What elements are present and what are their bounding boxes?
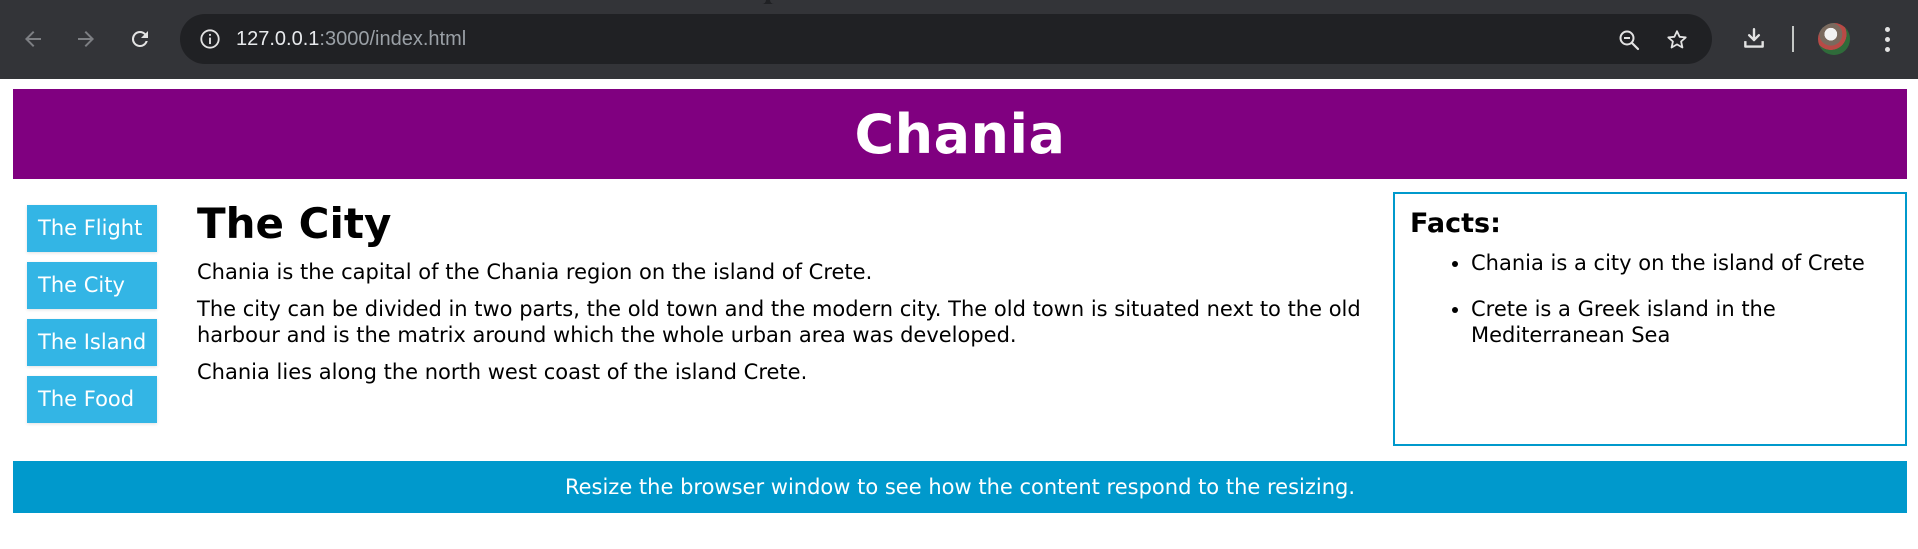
paragraph: The city can be divided in two parts, th… xyxy=(197,297,1361,347)
forward-button[interactable] xyxy=(67,20,105,58)
facts-aside: Facts: Chania is a city on the island of… xyxy=(1393,192,1907,446)
browser-toolbar: 127.0.0.1:3000/index.html xyxy=(0,0,1918,79)
arrow-right-icon xyxy=(78,31,94,47)
tab-strip xyxy=(0,0,1918,4)
tab-edge-left xyxy=(0,0,766,4)
url-host: 127.0.0.1 xyxy=(236,28,320,50)
zoom-button[interactable] xyxy=(1616,27,1642,53)
address-bar[interactable]: 127.0.0.1:3000/index.html xyxy=(180,14,1712,64)
facts-heading: Facts: xyxy=(1410,208,1501,239)
kebab-menu-icon[interactable] xyxy=(1872,20,1902,58)
star-icon xyxy=(1667,30,1687,49)
toolbar-divider xyxy=(1792,26,1794,52)
side-menu: The Flight The City The Island The Food xyxy=(27,205,157,433)
arrow-left-icon xyxy=(25,31,41,47)
bookmark-button[interactable] xyxy=(1664,27,1690,53)
paragraph: Chania lies along the north west coast o… xyxy=(197,360,808,384)
profile-avatar[interactable] xyxy=(1818,23,1850,55)
download-icon xyxy=(1744,28,1764,48)
reload-button[interactable] xyxy=(121,20,159,58)
menu-item-the-island[interactable]: The Island xyxy=(27,319,157,366)
footer-text: Resize the browser window to see how the… xyxy=(564,475,1356,499)
reload-icon xyxy=(131,30,148,47)
page-header: Chania xyxy=(13,89,1907,179)
kebab-dot xyxy=(1884,36,1890,42)
web-page: Chania The Flight The City The Island Th… xyxy=(0,79,1918,549)
site-info-button[interactable] xyxy=(198,27,222,51)
page-footer: Resize the browser window to see how the… xyxy=(13,461,1907,513)
info-icon xyxy=(200,29,220,49)
page-title: Chania xyxy=(854,102,1066,166)
menu-item-the-food[interactable]: The Food xyxy=(27,376,157,423)
zoom-out-icon xyxy=(1619,30,1640,51)
main-content: The City Chania is the capital of the Ch… xyxy=(197,200,1367,396)
kebab-dot xyxy=(1884,46,1890,52)
list-item: Crete is a Greek island in the Mediterra… xyxy=(1471,296,1891,348)
facts-list: Chania is a city on the island of Crete … xyxy=(1410,250,1891,348)
back-button[interactable] xyxy=(14,20,52,58)
url-text[interactable]: 127.0.0.1:3000/index.html xyxy=(236,14,466,64)
tab-edge-right xyxy=(770,0,1918,4)
section-heading: The City xyxy=(197,199,392,248)
list-item: Chania is a city on the island of Crete xyxy=(1471,250,1891,276)
kebab-dot xyxy=(1884,26,1890,32)
url-path: :3000/index.html xyxy=(319,28,467,50)
downloads-button[interactable] xyxy=(1735,20,1773,58)
menu-item-the-flight[interactable]: The Flight xyxy=(27,205,157,252)
menu-item-the-city[interactable]: The City xyxy=(27,262,157,309)
paragraph: Chania is the capital of the Chania regi… xyxy=(197,260,873,284)
